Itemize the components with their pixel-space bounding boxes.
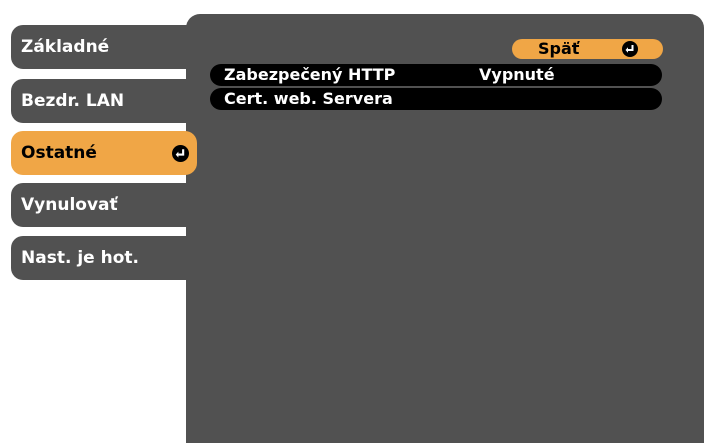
enter-icon [172, 145, 189, 162]
menu-row-secure-http[interactable]: Zabezpečený HTTP Vypnuté [210, 64, 662, 86]
tab-vynulovat[interactable]: Vynulovať [11, 183, 196, 227]
menu-row-web-server-cert[interactable]: Cert. web. Servera [210, 88, 662, 110]
row-label: Cert. web. Servera [224, 89, 393, 108]
tab-label: Vynulovať [21, 195, 118, 215]
back-button-label: Späť [538, 39, 580, 58]
tab-bezdr-lan[interactable]: Bezdr. LAN [11, 79, 196, 123]
row-label: Zabezpečený HTTP [224, 65, 396, 84]
tab-label: Nast. je hot. [21, 248, 139, 268]
enter-icon [622, 41, 638, 57]
tab-zakladne[interactable]: Základné [11, 25, 196, 69]
tab-ostatne[interactable]: Ostatné [11, 131, 197, 175]
tab-nast-je-hot[interactable]: Nast. je hot. [11, 236, 196, 280]
tab-label: Bezdr. LAN [21, 91, 125, 111]
tab-label: Základné [21, 37, 110, 57]
back-button[interactable]: Späť [512, 39, 663, 59]
tab-label: Ostatné [21, 143, 97, 163]
row-value: Vypnuté [479, 65, 555, 84]
